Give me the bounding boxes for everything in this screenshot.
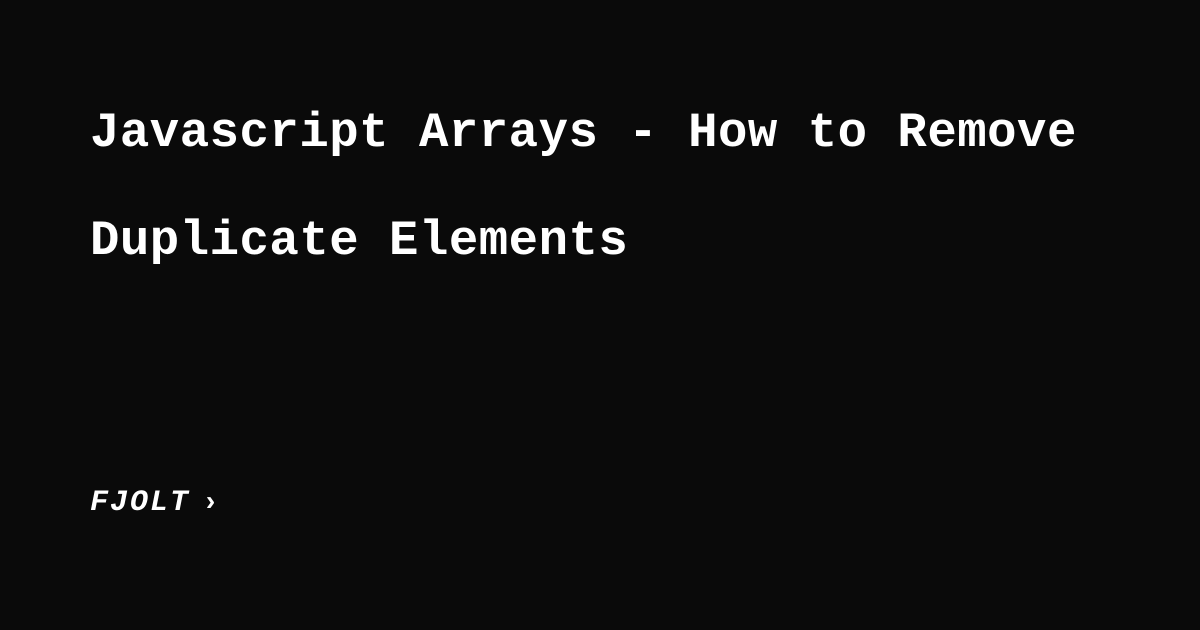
brand-section: FJOLT ›: [90, 486, 1110, 520]
card-container: Javascript Arrays - How to Remove Duplic…: [0, 0, 1200, 630]
chevron-right-icon: ›: [202, 488, 219, 519]
brand-logo-text: FJOLT: [90, 486, 190, 520]
page-title: Javascript Arrays - How to Remove Duplic…: [90, 80, 1110, 296]
